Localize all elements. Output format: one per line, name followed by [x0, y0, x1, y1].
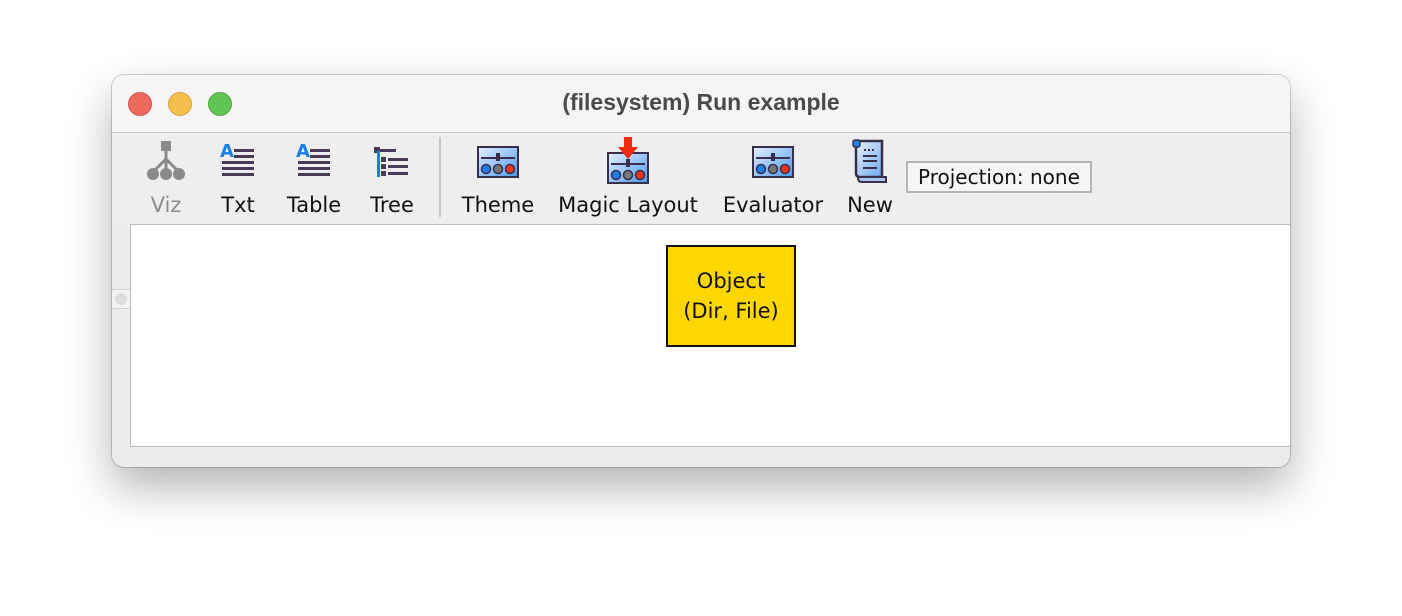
magic-layout-icon	[607, 137, 649, 184]
evaluator-label: Evaluator	[722, 193, 824, 217]
new-label: New	[847, 193, 893, 217]
split-pane-handle[interactable]	[112, 289, 130, 309]
projection-button[interactable]: Projection: none	[906, 161, 1092, 193]
node-subtitle: (Dir, File)	[683, 299, 779, 323]
app-window: (filesystem) Run example Viz A Txt A Tab…	[112, 75, 1290, 467]
theme-button[interactable]: Theme	[462, 133, 534, 224]
svg-text:A: A	[296, 141, 310, 162]
viz-button[interactable]: Viz	[142, 133, 190, 224]
graph-tree-icon	[147, 141, 185, 180]
scroll-icon	[852, 139, 887, 183]
theme-label: Theme	[461, 193, 535, 217]
txt-button[interactable]: A Txt	[214, 133, 262, 224]
table-label: Table	[286, 193, 342, 217]
node-title: Object	[696, 269, 766, 293]
magic-layout-button[interactable]: Magic Layout	[558, 133, 698, 224]
svg-text:A: A	[220, 141, 234, 162]
graph-node-object[interactable]: Object (Dir, File)	[666, 245, 796, 347]
graph-canvas[interactable]: Object (Dir, File)	[130, 224, 1290, 447]
tree-list-icon	[374, 147, 408, 177]
tree-label: Tree	[370, 193, 414, 217]
viz-label: Viz	[150, 193, 182, 217]
window-title: (filesystem) Run example	[562, 89, 840, 115]
tree-button[interactable]: Tree	[368, 133, 416, 224]
toolbar-separator	[439, 137, 441, 217]
evaluator-button[interactable]: Evaluator	[723, 133, 823, 224]
magic-layout-label: Magic Layout	[558, 193, 698, 217]
new-button[interactable]: New	[846, 133, 894, 224]
toolbar: Viz A Txt A Table Tree Theme Magic Layou…	[112, 133, 1290, 224]
table-button[interactable]: A Table	[286, 133, 342, 224]
split-handle-grip-icon	[115, 293, 127, 305]
evaluator-panel-icon	[752, 146, 794, 178]
table-icon: A	[296, 141, 330, 176]
theme-panel-icon	[477, 146, 519, 178]
text-icon: A	[220, 141, 254, 176]
txt-label: Txt	[221, 193, 255, 217]
title-bar: (filesystem) Run example	[112, 75, 1290, 133]
